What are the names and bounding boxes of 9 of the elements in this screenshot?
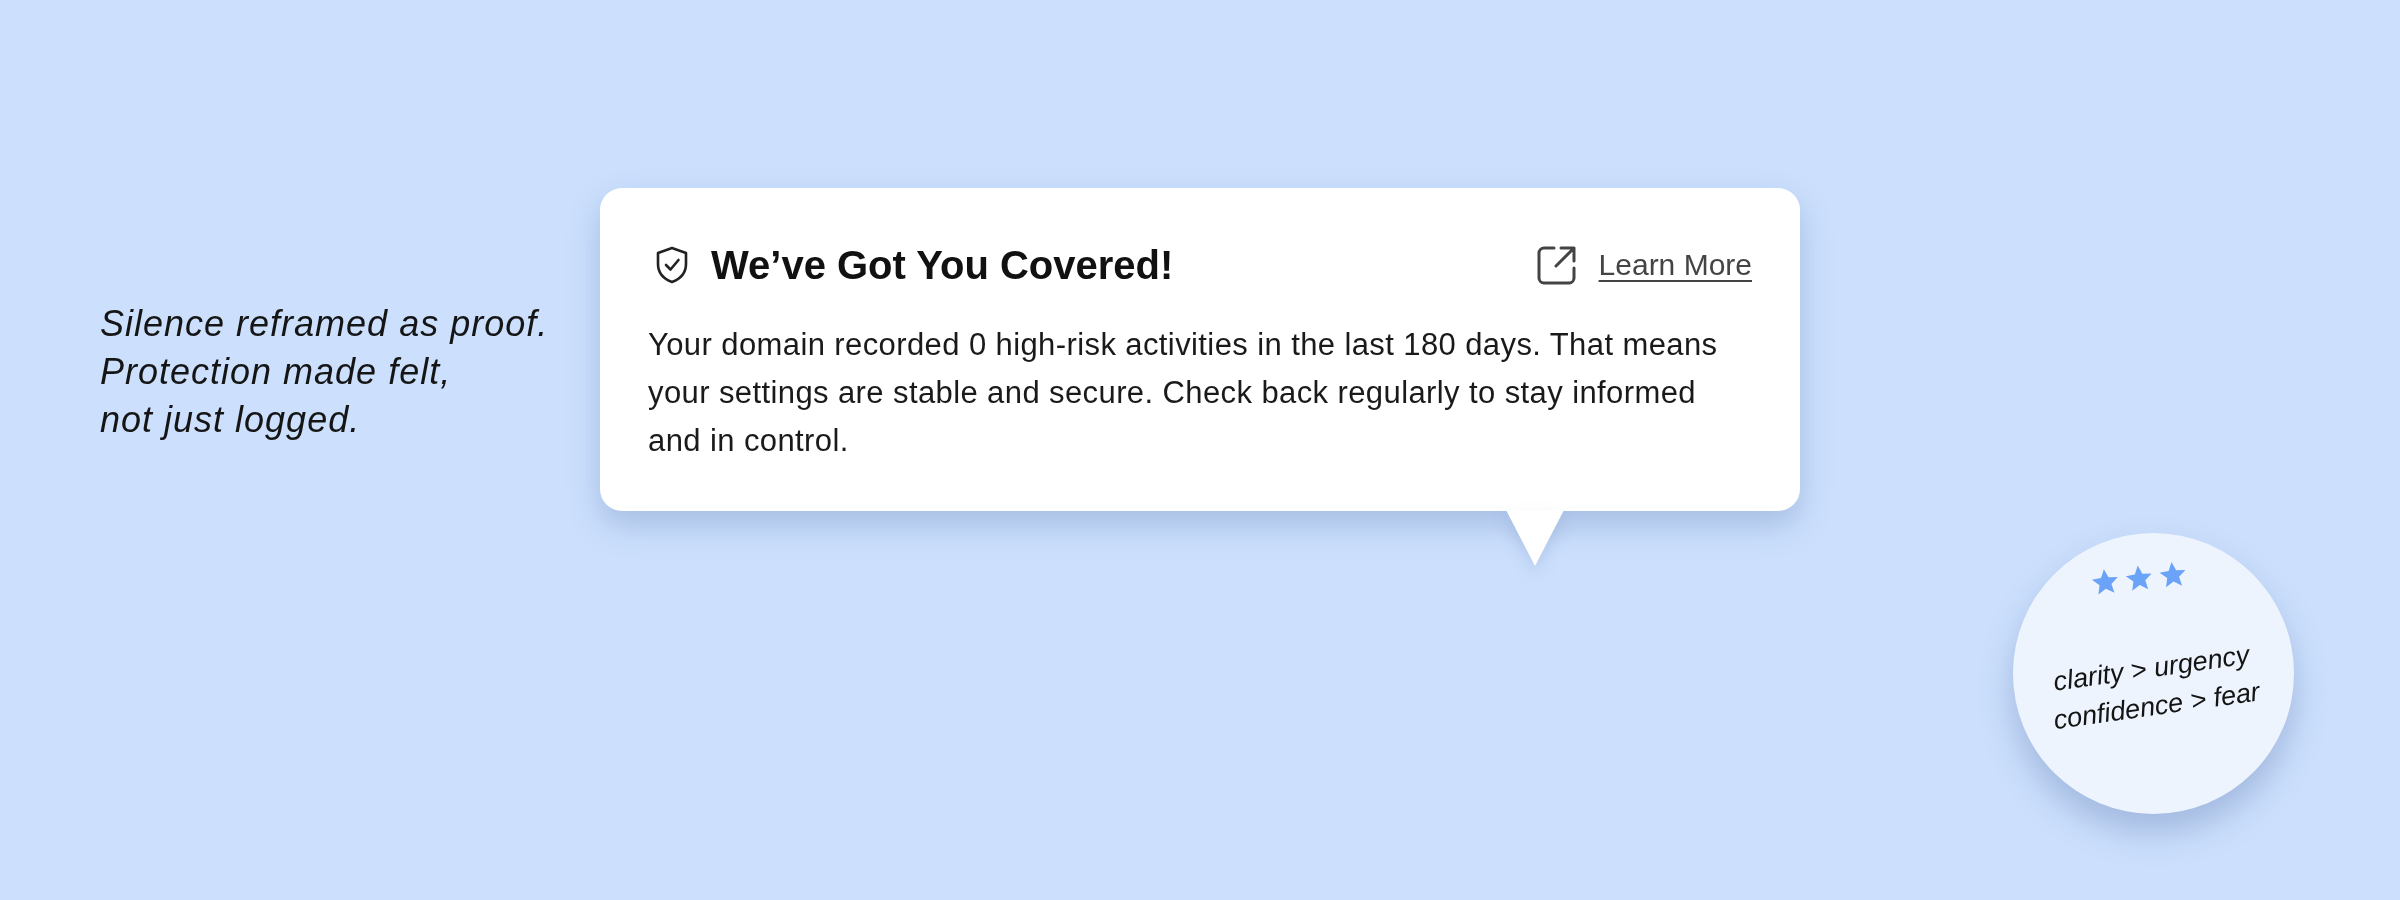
learn-more-link[interactable]: Learn More [1535, 244, 1752, 286]
shield-check-icon [655, 246, 689, 284]
external-link-icon [1535, 244, 1577, 286]
handwritten-note: Silence reframed as proof. Protection made felt, not just logged. [100, 302, 550, 442]
tooltip-title: We’ve Got You Covered! [711, 242, 1174, 288]
tooltip-body-text: Your domain recorded 0 high-risk activities in the last 180 days. That means your settings are stable and secure. Check back regularly to stay informed and in control. [648, 326, 1719, 460]
star-icon [2124, 563, 2153, 593]
star-icon [2158, 560, 2187, 589]
star-icon [2090, 567, 2119, 596]
